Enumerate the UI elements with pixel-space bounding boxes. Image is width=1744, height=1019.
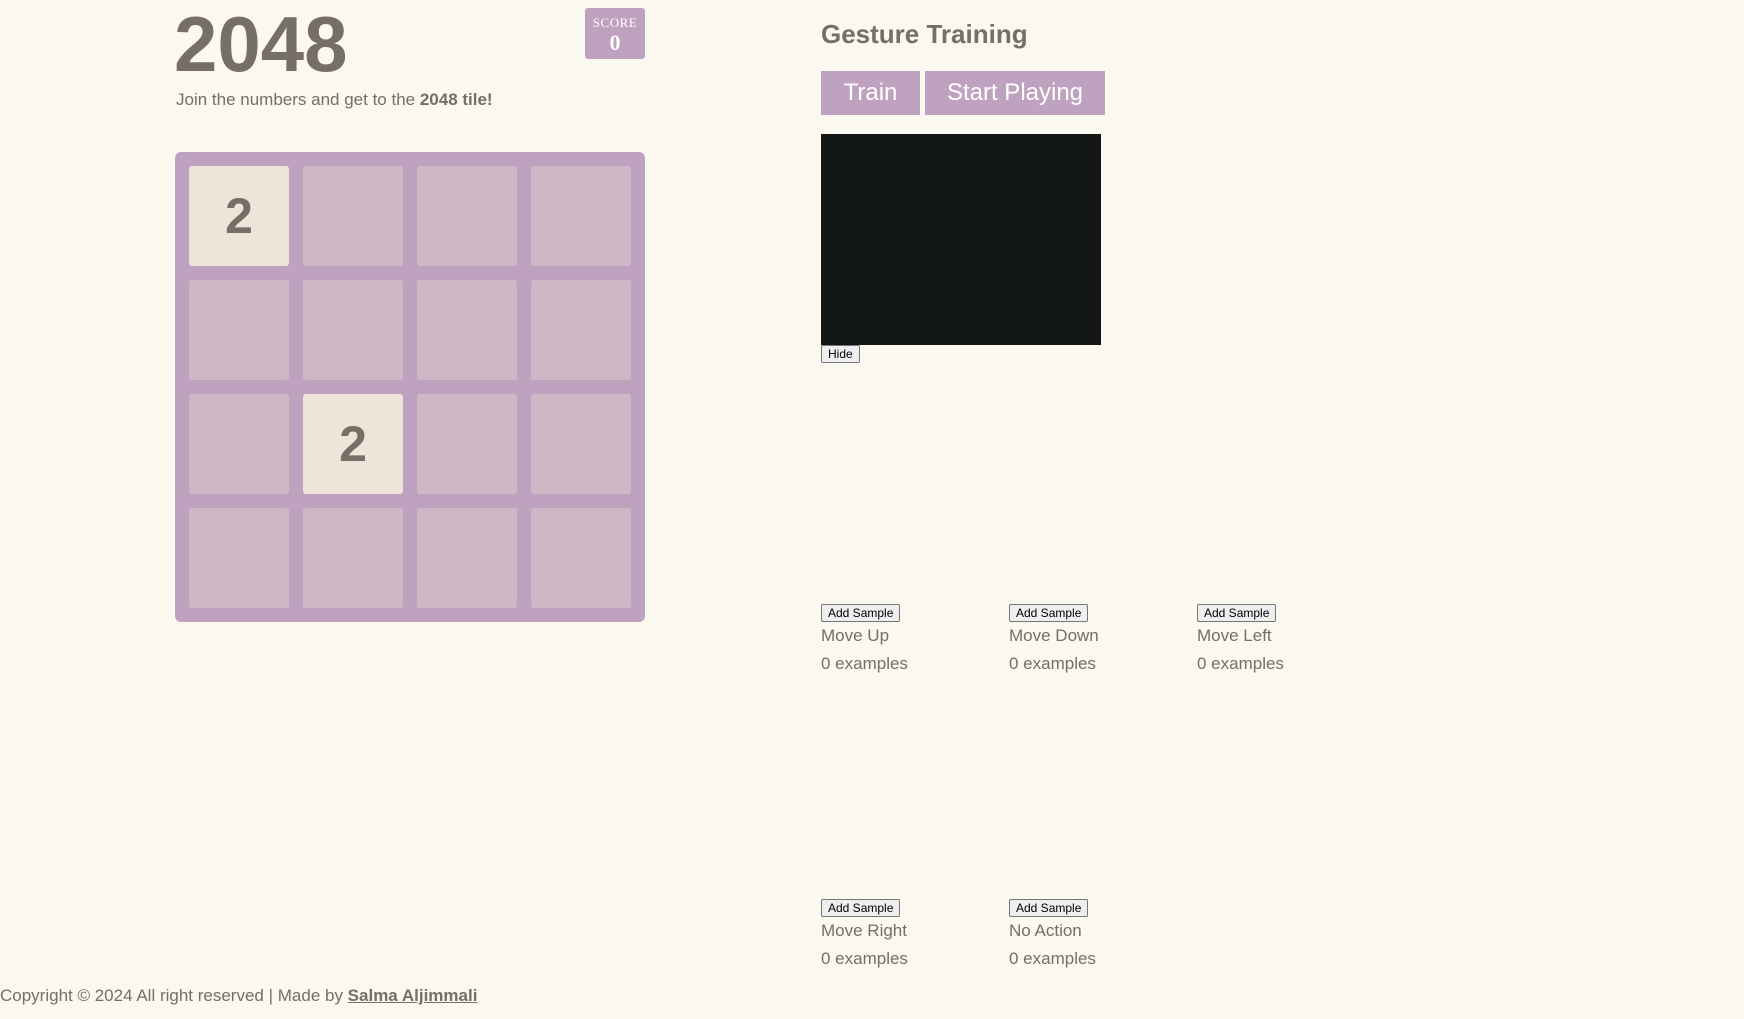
score-box: SCORE 0 xyxy=(585,8,645,59)
copyright-footer: Copyright © 2024 All right reserved | Ma… xyxy=(0,985,477,1007)
gesture-name: Move Right xyxy=(821,921,907,940)
gesture-name: Move Left xyxy=(1197,626,1272,645)
board-cell xyxy=(417,280,517,380)
gesture-move-right: Add Sample Move Right 0 examples xyxy=(821,899,1001,970)
board-cell xyxy=(531,394,631,494)
gesture-no-action: Add Sample No Action 0 examples xyxy=(1009,899,1189,970)
game-intro: Join the numbers and get to the 2048 til… xyxy=(176,89,493,111)
webcam-video xyxy=(821,134,1101,345)
board-cell xyxy=(417,394,517,494)
board-cell xyxy=(189,394,289,494)
intro-text: Join the numbers and get to the xyxy=(176,90,420,109)
board-cell xyxy=(417,508,517,608)
add-sample-button[interactable]: Add Sample xyxy=(1009,604,1089,622)
copyright-text: Copyright © 2024 All right reserved | Ma… xyxy=(0,986,348,1005)
gesture-move-down: Add Sample Move Down 0 examples xyxy=(1009,604,1189,675)
gesture-example-count: 0 examples xyxy=(821,949,908,968)
board-cell xyxy=(303,508,403,608)
gesture-name: Move Down xyxy=(1009,626,1099,645)
start-playing-button[interactable]: Start Playing xyxy=(925,71,1105,115)
board-cell xyxy=(303,280,403,380)
gesture-move-up: Add Sample Move Up 0 examples xyxy=(821,604,1001,675)
intro-highlight: 2048 tile! xyxy=(419,90,493,109)
gesture-move-left: Add Sample Move Left 0 examples xyxy=(1197,604,1377,675)
board-cell xyxy=(531,166,631,266)
game-board[interactable]: 2 2 xyxy=(175,152,645,622)
train-button[interactable]: Train xyxy=(821,71,920,115)
score-value: 0 xyxy=(609,30,621,55)
add-sample-button[interactable]: Add Sample xyxy=(821,604,901,622)
gesture-example-count: 0 examples xyxy=(1009,654,1096,673)
board-cell xyxy=(189,280,289,380)
board-cell xyxy=(189,508,289,608)
board-cell: 2 xyxy=(303,394,403,494)
gesture-example-count: 0 examples xyxy=(1197,654,1284,673)
add-sample-button[interactable]: Add Sample xyxy=(1197,604,1277,622)
board-cell: 2 xyxy=(189,166,289,266)
add-sample-button[interactable]: Add Sample xyxy=(1009,899,1089,917)
add-sample-button[interactable]: Add Sample xyxy=(821,899,901,917)
board-cell xyxy=(417,166,517,266)
board-cell xyxy=(531,280,631,380)
author-link[interactable]: Salma Aljimmali xyxy=(348,986,478,1005)
hide-video-button[interactable]: Hide xyxy=(821,345,860,363)
gesture-name: No Action xyxy=(1009,921,1082,940)
board-cell xyxy=(303,166,403,266)
gesture-name: Move Up xyxy=(821,626,890,645)
gesture-example-count: 0 examples xyxy=(821,654,908,673)
game-title: 2048 xyxy=(174,0,348,88)
board-cell xyxy=(531,508,631,608)
gesture-example-count: 0 examples xyxy=(1009,949,1096,968)
gesture-training-title: Gesture Training xyxy=(821,19,1028,49)
score-label: SCORE xyxy=(592,15,638,30)
